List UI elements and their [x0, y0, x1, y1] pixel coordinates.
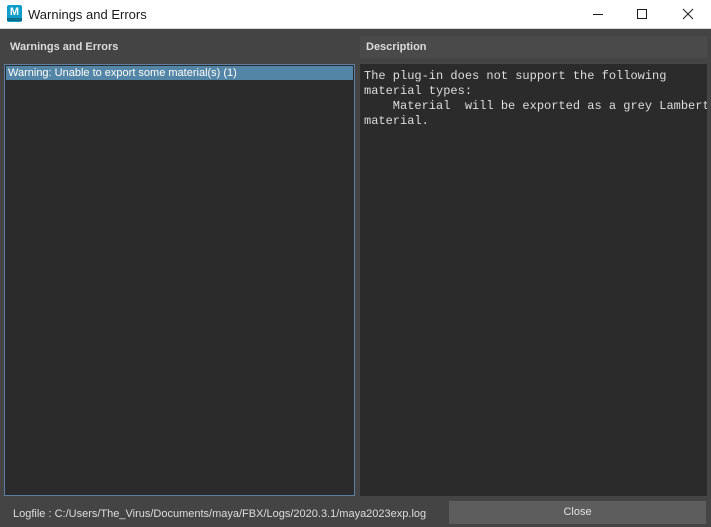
description-text: The plug-in does not support the followi… [360, 64, 707, 496]
maximize-icon [637, 9, 647, 19]
window-close-button[interactable] [665, 0, 711, 28]
warnings-panel-header: Warnings and Errors [4, 36, 355, 58]
app-icon-stripe [7, 18, 22, 21]
description-panel-header: Description [360, 36, 707, 58]
maximize-button[interactable] [619, 0, 665, 28]
close-button[interactable]: Close [449, 501, 706, 524]
close-icon [682, 8, 694, 20]
warning-list-item[interactable]: Warning: Unable to export some material(… [6, 66, 353, 80]
logfile-path: Logfile : C:/Users/The_Virus/Documents/m… [13, 508, 427, 520]
maya-app-icon: M [7, 5, 22, 22]
warnings-errors-window: M Warnings and Errors Warnings and Error… [0, 0, 711, 527]
minimize-icon [593, 14, 603, 15]
app-icon-letter: M [9, 6, 20, 18]
window-title: Warnings and Errors [28, 7, 147, 22]
minimize-button[interactable] [575, 0, 621, 28]
title-bar[interactable]: M Warnings and Errors [0, 0, 711, 29]
warnings-list[interactable]: Warning: Unable to export some material(… [4, 64, 355, 496]
